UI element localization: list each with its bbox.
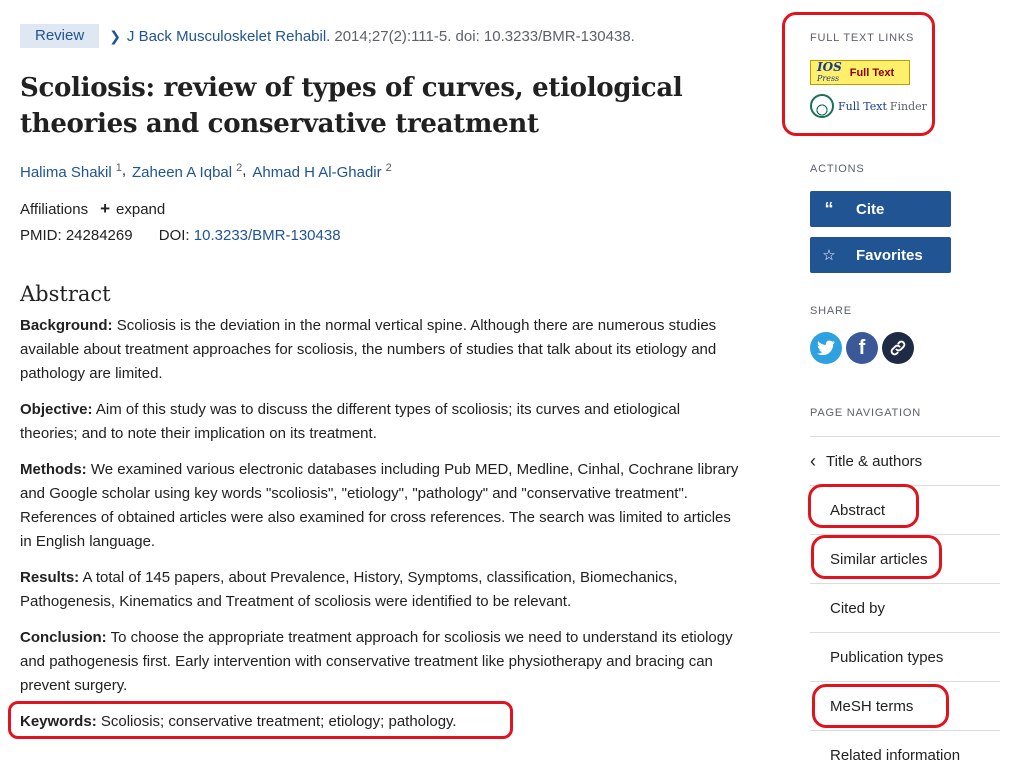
author-link[interactable]: Ahmad H Al-Ghadir 2 bbox=[252, 162, 391, 181]
link-icon[interactable] bbox=[882, 332, 914, 364]
full-text-links-label: FULL TEXT LINKS bbox=[810, 32, 915, 44]
red-annotation-circle bbox=[812, 684, 949, 728]
journal-name: J Back Musculoskelet Rehabil. bbox=[126, 27, 331, 45]
affiliations-label: Affiliations bbox=[20, 200, 89, 218]
journal-link[interactable]: ❯ J Back Musculoskelet Rehabil. bbox=[109, 28, 330, 45]
chevron-right-icon: ❯ bbox=[109, 27, 121, 44]
plus-icon[interactable]: + bbox=[100, 199, 110, 219]
red-annotation-circle bbox=[808, 484, 919, 528]
keywords-block: Keywords: Scoliosis; conservative treatm… bbox=[8, 701, 750, 739]
actions-label: ACTIONS bbox=[810, 163, 865, 175]
review-badge: Review bbox=[20, 24, 100, 48]
ios-press-full-text-link[interactable]: IOS Press Full Text bbox=[810, 60, 910, 85]
cite-button[interactable]: “ Cite bbox=[810, 191, 951, 227]
full-text-finder-link[interactable]: Full Text Finder bbox=[810, 94, 927, 118]
star-icon: ☆ bbox=[822, 247, 836, 264]
article-main: Review ❯ J Back Musculoskelet Rehabil. 2… bbox=[8, 24, 750, 739]
full-text-finder-icon bbox=[810, 94, 834, 118]
share-buttons: f bbox=[810, 332, 914, 364]
doi-label: DOI: bbox=[158, 227, 190, 244]
red-annotation-circle bbox=[8, 701, 513, 739]
abstract-conclusion: Conclusion: To choose the appropriate tr… bbox=[20, 629, 733, 694]
page-navigation-label: PAGE NAVIGATION bbox=[810, 407, 922, 419]
facebook-icon[interactable]: f bbox=[846, 332, 878, 364]
finder-label: Finder bbox=[889, 99, 927, 113]
abstract-methods: Methods: We examined various electronic … bbox=[20, 461, 739, 550]
quote-icon: “ bbox=[824, 198, 834, 219]
pmid-value: 24284269 bbox=[65, 227, 133, 244]
nav-item-title-authors[interactable]: ‹ Title & authors bbox=[810, 436, 1000, 485]
nav-item-related-information[interactable]: Related information bbox=[810, 730, 1000, 773]
chevron-left-icon: ‹ bbox=[810, 450, 816, 471]
author-link[interactable]: Zaheen A Iqbal 2 bbox=[132, 162, 242, 181]
abstract-background: Background: Scoliosis is the deviation i… bbox=[20, 317, 717, 382]
abstract-heading: Abstract bbox=[20, 282, 111, 306]
identifiers-row: PMID: 24284269 DOI: 10.3233/BMR-130438 bbox=[20, 227, 750, 244]
full-text-finder-label: Full Text bbox=[838, 99, 887, 113]
affiliations-row: Affiliations + expand bbox=[20, 199, 750, 219]
author-list: Halima Shakil 1, Zaheen A Iqbal 2, Ahmad H… bbox=[20, 162, 392, 181]
ios-full-text-label: Full Text bbox=[849, 66, 895, 79]
doi-link[interactable]: 10.3233/BMR-130438 bbox=[194, 227, 341, 244]
article-title: Scoliosis: review of types of curves, et… bbox=[20, 73, 683, 139]
pmid-label: PMID: bbox=[20, 227, 62, 244]
share-label: SHARE bbox=[810, 305, 852, 317]
ios-press-logo-icon: IOS Press bbox=[817, 59, 842, 83]
red-annotation-circle bbox=[811, 535, 942, 579]
abstract-results: Results: A total of 145 papers, about Pr… bbox=[20, 569, 678, 610]
author-link[interactable]: Halima Shakil 1 bbox=[20, 162, 122, 181]
twitter-icon[interactable] bbox=[810, 332, 842, 364]
favorites-button[interactable]: ☆ Favorites bbox=[810, 237, 951, 273]
nav-item-publication-types[interactable]: Publication types bbox=[810, 632, 1000, 681]
nav-item-cited-by[interactable]: Cited by bbox=[810, 583, 1000, 632]
expand-affiliations-button[interactable]: expand bbox=[116, 201, 165, 218]
citation-details: 2014;27(2):111-5. doi: 10.3233/BMR-13043… bbox=[334, 27, 635, 45]
abstract-objective: Objective: Aim of this study was to disc… bbox=[20, 401, 681, 442]
citation-line: Review ❯ J Back Musculoskelet Rehabil. 2… bbox=[20, 24, 750, 48]
